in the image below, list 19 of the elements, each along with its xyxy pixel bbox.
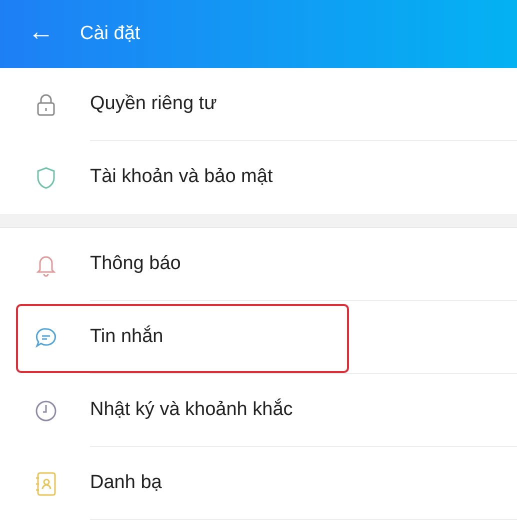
back-button[interactable]: ← (28, 18, 54, 44)
settings-item[interactable]: Tài khoản và bảo mật (0, 141, 517, 214)
shield-icon (35, 166, 57, 190)
item-label: Danh bạ (90, 470, 162, 495)
lock-icon (35, 92, 57, 116)
item-label: Tài khoản và bảo mật (90, 165, 273, 190)
screen-title: Cài đặt (80, 22, 140, 46)
item-label: Quyền riêng tư (90, 92, 217, 116)
chat-bubble-icon (34, 326, 58, 350)
clock-icon (34, 398, 58, 422)
settings-item[interactable]: Quyền riêng tư (0, 68, 517, 141)
item-label: Thông báo (90, 252, 181, 276)
settings-item[interactable]: Thông báo (0, 228, 517, 301)
item-label: Nhật ký và khoảnh khắc (90, 398, 293, 422)
settings-item[interactable]: Danh bạ (0, 447, 517, 520)
settings-item[interactable]: Nhật ký và khoảnh khắc (0, 374, 517, 447)
item-label: Tin nhắn (90, 324, 164, 349)
settings-item[interactable]: Tin nhắn (0, 301, 517, 374)
contact-book-icon (34, 470, 58, 496)
